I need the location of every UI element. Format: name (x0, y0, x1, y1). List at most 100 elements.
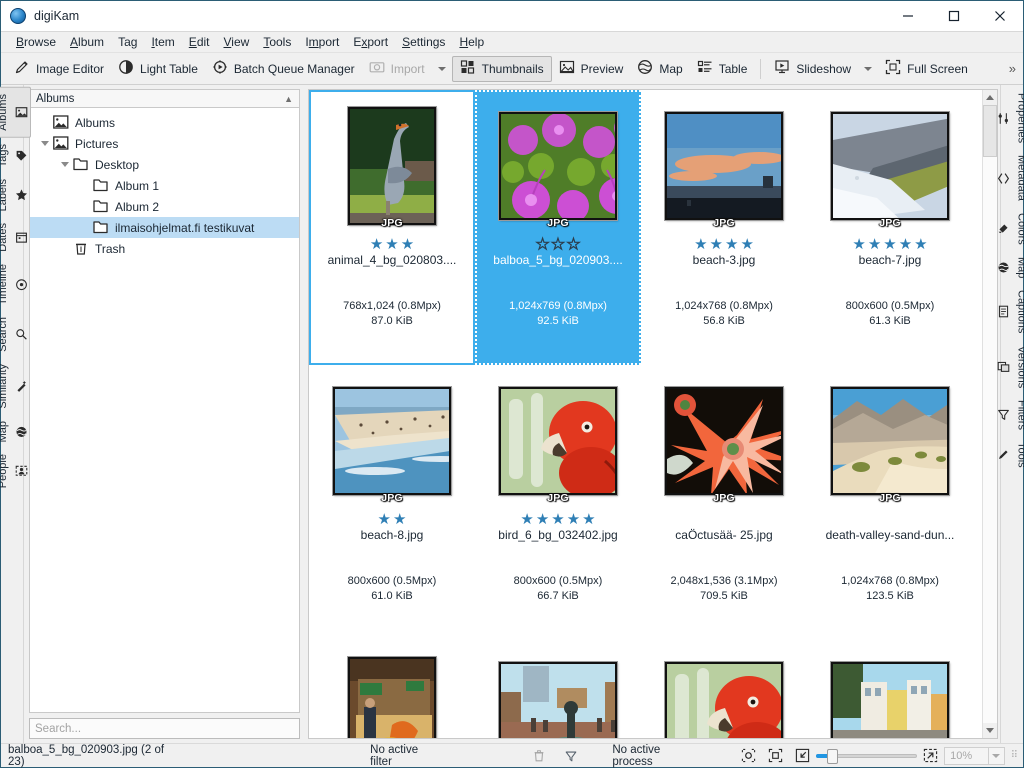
star-icon[interactable]: ★ (582, 512, 595, 527)
album-search-input[interactable]: Search... (29, 718, 300, 739)
rating-stars[interactable]: ★ ★ (378, 511, 407, 527)
tree-item-album-1[interactable]: Album 1 (30, 175, 299, 196)
import-dropdown-icon[interactable] (437, 66, 446, 71)
sidebar-tab-colors[interactable]: Colors (995, 207, 1024, 251)
image-editor-button[interactable]: Image Editor (7, 56, 111, 82)
zoom-level-input[interactable]: 10% (944, 746, 989, 765)
sidebar-tab-search[interactable]: Search (0, 311, 30, 358)
import-button[interactable]: Import (362, 56, 432, 82)
star-icon[interactable]: ★ (535, 236, 550, 252)
star-icon[interactable]: ★ (370, 237, 383, 252)
star-icon[interactable]: ★ (694, 237, 707, 252)
thumbnail-item[interactable]: JPG (309, 640, 475, 738)
sidebar-tab-versions[interactable]: Versions (995, 340, 1024, 394)
star-icon[interactable]: ★ (740, 237, 753, 252)
star-icon[interactable]: ★ (393, 512, 406, 527)
zoom-slider-handle[interactable] (826, 748, 838, 764)
star-icon[interactable]: ★ (899, 237, 912, 252)
menu-tools[interactable]: Tools (256, 32, 298, 52)
menu-export[interactable]: Export (346, 32, 395, 52)
star-icon[interactable]: ★ (710, 237, 723, 252)
thumbnail-item[interactable]: JPG death-valley-sand-dun... 1,024x768 (… (807, 365, 973, 640)
thumbnails-button[interactable]: Thumbnails (451, 55, 552, 82)
tree-item-trash[interactable]: Trash (30, 238, 299, 259)
tree-item-albums[interactable]: Albums (30, 112, 299, 133)
zoom-level-spinner[interactable] (988, 746, 1005, 765)
collapse-icon[interactable]: ▲ (284, 94, 293, 104)
thumbnail-item[interactable]: JPG ★ ★ ★ animal_4_bg_020803.... 768x1,0… (309, 90, 475, 365)
preview-button[interactable]: Preview (552, 56, 631, 82)
menu-tag[interactable]: Tag (111, 32, 144, 52)
star-icon[interactable]: ★ (852, 237, 865, 252)
star-icon[interactable]: ★ (914, 237, 927, 252)
minimize-button[interactable] (885, 1, 931, 31)
rating-stars[interactable]: ★ ★ ★ (535, 236, 581, 252)
menu-import[interactable]: Import (298, 32, 346, 52)
batch-queue-manager-button[interactable]: Batch Queue Manager (205, 56, 362, 82)
sidebar-tab-properties[interactable]: Properties (995, 87, 1024, 149)
resize-grip[interactable]: ⠿ (1011, 750, 1018, 761)
rating-stars[interactable]: ★ ★ ★ ★ (694, 236, 754, 252)
sidebar-tab-metadata[interactable]: Metadata (995, 149, 1024, 207)
star-icon[interactable]: ★ (868, 237, 881, 252)
rating-stars[interactable]: ★ ★ ★ ★ ★ (852, 236, 927, 252)
menu-settings[interactable]: Settings (395, 32, 452, 52)
sidebar-tab-albums[interactable]: Albums (0, 87, 31, 138)
sidebar-tab-similarity[interactable]: Similarity (0, 358, 30, 415)
thumbnail-item[interactable]: JPG ★ ★ ★ balboa_5_bg_020903.... 1,024x7… (475, 90, 641, 365)
tree-expand-arrow[interactable] (38, 141, 52, 146)
rating-stars[interactable]: ★ ★ ★ ★ ★ (520, 511, 595, 527)
toolbar-overflow-button[interactable]: » (1009, 61, 1016, 76)
zoom-out-icon[interactable] (795, 748, 810, 763)
thumbnail-item[interactable]: JPG ★ ★ ★ ★ beach-3.jpg 1,024x768 (0.8Mp… (641, 90, 807, 365)
menu-edit[interactable]: Edit (182, 32, 217, 52)
slideshow-dropdown-icon[interactable] (864, 66, 873, 71)
menu-help[interactable]: Help (452, 32, 491, 52)
menu-browse[interactable]: Browse (9, 32, 63, 52)
tree-item-ilmaisohjelmat-testikuvat[interactable]: ilmaisohjelmat.fi testikuvat (30, 217, 299, 238)
table-button[interactable]: Table (690, 56, 755, 82)
fit-window-icon[interactable] (768, 748, 783, 763)
sidebar-tab-captions[interactable]: Captions (995, 284, 1024, 339)
tree-expand-arrow[interactable] (58, 162, 72, 167)
zoom-slider[interactable] (815, 748, 918, 764)
zoom-in-icon[interactable] (923, 748, 938, 763)
thumbnail-item[interactable]: JPG caÖctusää- 25.jpg 2,048x1,536 (3.1Mp… (641, 365, 807, 640)
full-screen-button[interactable]: Full Screen (878, 56, 975, 82)
star-icon[interactable]: ★ (378, 512, 391, 527)
sidebar-tab-timeline[interactable]: Timeline (0, 258, 30, 311)
star-icon[interactable]: ★ (725, 237, 738, 252)
star-icon[interactable]: ★ (566, 236, 581, 252)
tree-item-album-2[interactable]: Album 2 (30, 196, 299, 217)
star-icon[interactable]: ★ (401, 237, 414, 252)
menu-item[interactable]: Item (144, 32, 181, 52)
thumbnail-item[interactable]: JPG ★ ★ ★ ★ ★ beach-7.jpg 800x600 (0.5Mp… (807, 90, 973, 365)
thumbnail-item[interactable]: JPG (807, 640, 973, 738)
sidebar-tab-people[interactable]: People (0, 448, 30, 494)
slideshow-button[interactable]: Slideshow (767, 56, 858, 82)
star-icon[interactable]: ★ (385, 237, 398, 252)
maximize-button[interactable] (931, 1, 977, 31)
sidebar-tab-map[interactable]: Map (995, 251, 1024, 284)
star-icon[interactable]: ★ (520, 512, 533, 527)
thumbnail-item[interactable]: JPG (475, 640, 641, 738)
funnel-icon[interactable] (564, 749, 578, 763)
sidebar-tab-tags[interactable]: Tags (0, 138, 30, 173)
album-tree[interactable]: Albums Pictures Desktop Album 1 Album 2 … (29, 107, 300, 713)
star-icon[interactable]: ★ (551, 512, 564, 527)
icon-view[interactable]: JPG ★ ★ ★ animal_4_bg_020803.... 768x1,0… (309, 90, 982, 738)
map-button[interactable]: Map (630, 56, 689, 82)
rating-stars[interactable]: ★ ★ ★ (370, 236, 414, 252)
tree-item-pictures[interactable]: Pictures (30, 133, 299, 154)
close-button[interactable] (977, 1, 1023, 31)
sidebar-tab-filters[interactable]: Filters (995, 394, 1024, 436)
fit-selection-icon[interactable] (741, 748, 756, 763)
menu-view[interactable]: View (217, 32, 257, 52)
tree-item-desktop[interactable]: Desktop (30, 154, 299, 175)
thumbnail-item[interactable]: JPG ★ ★ ★ ★ ★ bird_6_bg_032402.jpg 800x6… (475, 365, 641, 640)
star-icon[interactable]: ★ (567, 512, 580, 527)
star-icon[interactable]: ★ (536, 512, 549, 527)
thumbnail-item[interactable]: JPG ★ ★ beach-8.jpg 800x600 (0.5Mpx) 61.… (309, 365, 475, 640)
trash-icon[interactable] (532, 749, 546, 763)
menu-album[interactable]: Album (63, 32, 111, 52)
